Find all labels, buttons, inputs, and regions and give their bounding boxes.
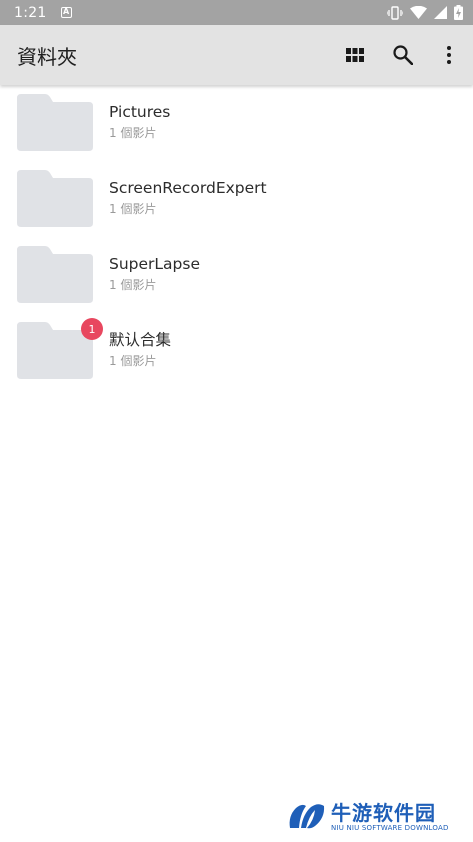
folder-name: Pictures (109, 103, 171, 121)
folder-name: 默认合集 (109, 331, 172, 349)
folder-item-pictures[interactable]: Pictures 1 個影片 (0, 89, 473, 165)
grid-view-icon (346, 48, 364, 62)
page-title: 資料夾 (17, 44, 77, 69)
folder-list: Pictures 1 個影片 ScreenRecordExpert 1 個影片 … (0, 89, 473, 393)
folder-icon (17, 246, 93, 303)
a-letter-icon: A (60, 7, 72, 18)
app-bar: 資料夾 (0, 25, 473, 85)
more-vert-icon (447, 46, 451, 64)
new-count-badge: 1 (81, 318, 103, 340)
folder-text: ScreenRecordExpert 1 個影片 (109, 178, 267, 217)
more-options-button[interactable] (427, 31, 471, 79)
watermark-title: 牛游软件园 (331, 800, 436, 825)
folder-item-default-collection[interactable]: 默认合集 1 個影片 (0, 317, 473, 393)
watermark-subtitle: NIU NIU SOFTWARE DOWNLOAD (331, 823, 449, 832)
folder-video-count: 1 個影片 (109, 278, 157, 292)
folder-text: 默认合集 1 個影片 (109, 330, 171, 369)
folder-icon (17, 94, 93, 151)
folder-video-count: 1 個影片 (109, 354, 157, 368)
signal-icon (434, 6, 447, 19)
folder-video-count: 1 個影片 (109, 202, 157, 216)
watermark-logo: 牛游软件园 NIU NIU SOFTWARE DOWNLOAD (287, 798, 462, 836)
status-time: 1:21 (14, 4, 47, 21)
search-button[interactable] (379, 31, 427, 79)
folder-text: Pictures 1 個影片 (109, 102, 170, 141)
folder-text: SuperLapse 1 個影片 (109, 254, 200, 293)
folder-item-screenrecordexpert[interactable]: ScreenRecordExpert 1 個影片 (0, 165, 473, 241)
grid-view-button[interactable] (331, 31, 379, 79)
folder-item-superlapse[interactable]: SuperLapse 1 個影片 (0, 241, 473, 317)
vibrate-icon (387, 5, 403, 20)
search-icon (393, 45, 413, 65)
wifi-icon (410, 6, 427, 19)
folder-icon (17, 170, 93, 227)
status-bar: 1:21 A (0, 0, 473, 25)
watermark-text: 牛游软件园 NIU NIU SOFTWARE DOWNLOAD (331, 802, 449, 833)
app-bar-actions (331, 31, 473, 79)
niuniu-logo-icon (289, 804, 325, 829)
folder-name: SuperLapse (109, 255, 200, 273)
status-icons (387, 5, 463, 20)
folder-video-count: 1 個影片 (109, 126, 157, 140)
battery-charging-icon (454, 5, 463, 20)
folder-name: ScreenRecordExpert (109, 179, 267, 197)
